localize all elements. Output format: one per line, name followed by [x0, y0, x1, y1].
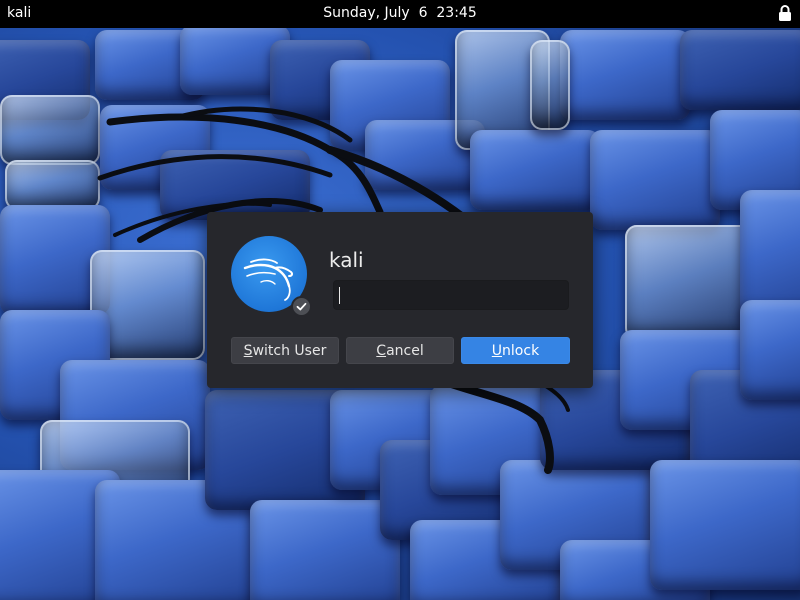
unlock-label: nlock	[502, 343, 540, 359]
password-field[interactable]	[333, 280, 569, 310]
unlock-mnemonic: U	[491, 343, 503, 359]
checkmark-icon	[291, 296, 312, 317]
switch-user-mnemonic: S	[243, 343, 253, 359]
top-bar-clock[interactable]: Sunday, July 6 23:45	[0, 5, 800, 21]
cancel-label: ancel	[386, 343, 424, 359]
text-cursor	[339, 287, 340, 304]
cancel-button[interactable]: Cancel	[346, 337, 454, 364]
unlock-dialog: kali Switch User Cancel Unlock	[207, 212, 593, 388]
lock-icon[interactable]	[778, 5, 792, 21]
switch-user-label: witch User	[252, 343, 327, 359]
switch-user-button[interactable]: Switch User	[231, 337, 339, 364]
unlock-button[interactable]: Unlock	[461, 337, 570, 364]
top-bar: kali Sunday, July 6 23:45	[0, 0, 800, 28]
cancel-mnemonic: C	[376, 343, 387, 359]
dialog-username: kali	[329, 248, 364, 272]
